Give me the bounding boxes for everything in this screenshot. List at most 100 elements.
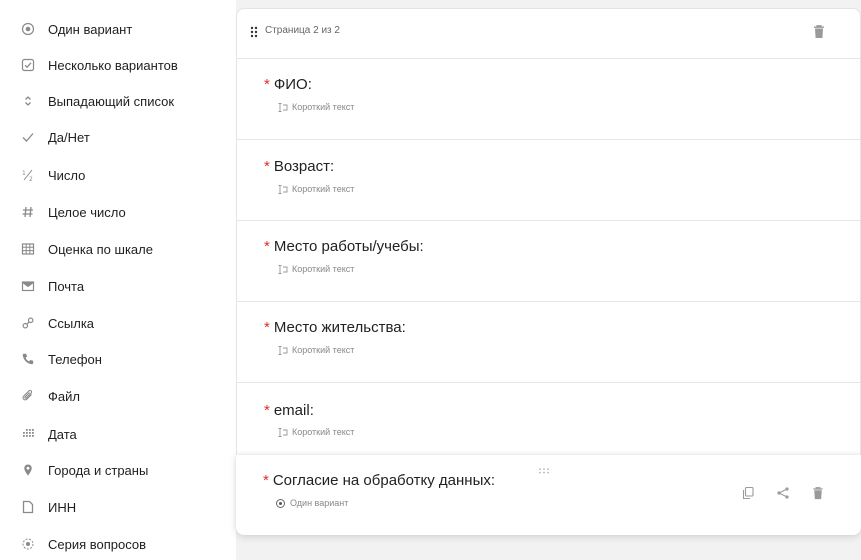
paperclip-icon <box>20 388 36 404</box>
question-title: * Место работы/учебы: <box>264 238 424 255</box>
sidebar-item-label: Ссылка <box>48 315 95 331</box>
required-mark: * <box>264 76 270 93</box>
radio-icon <box>276 498 285 508</box>
question-title-text: email: <box>273 402 314 419</box>
fraction-icon: 12 <box>20 167 36 183</box>
sidebar-item-inn[interactable]: ИНН <box>0 489 236 525</box>
sidebar-item-link[interactable]: Ссылка <box>0 305 236 341</box>
sidebar-item-label: Файл <box>48 388 80 404</box>
svg-text:2: 2 <box>29 176 33 182</box>
delete-question-icon[interactable] <box>811 486 825 500</box>
page-label: Страница 2 из 2 <box>265 25 340 36</box>
question-type: Короткий текст <box>277 184 354 194</box>
sidebar-item-email[interactable]: Почта <box>0 268 236 304</box>
sidebar-item-scale[interactable]: Оценка по шкале <box>0 231 236 267</box>
question-type-label: Один вариант <box>290 498 349 508</box>
sidebar-item-label: Города и страны <box>48 462 149 478</box>
document-icon <box>20 499 36 515</box>
question-type-label: Короткий текст <box>292 427 355 437</box>
page-header: Страница 2 из 2 <box>237 9 860 51</box>
field-type-sidebar: Один вариант Несколько вариантов Выпадаю… <box>0 0 236 560</box>
sidebar-item-integer[interactable]: Целое число <box>0 194 236 230</box>
question-type: Короткий текст <box>277 264 354 274</box>
sidebar-item-number[interactable]: 12 Число <box>0 157 236 193</box>
sidebar-item-label: Число <box>48 167 86 183</box>
form-editor: Страница 2 из 2 * ФИО: Короткий текст * Во… <box>236 0 861 560</box>
series-icon <box>20 536 36 552</box>
question-card[interactable]: * email: Короткий текст <box>237 382 861 463</box>
required-mark: * <box>264 319 270 336</box>
sidebar-item-phone[interactable]: Телефон <box>0 341 236 377</box>
link-icon <box>20 315 36 331</box>
updown-icon <box>20 93 36 109</box>
text-cursor-icon <box>277 427 288 437</box>
sidebar-item-cities[interactable]: Города и страны <box>0 452 236 488</box>
text-cursor-icon <box>277 345 288 355</box>
grid-icon <box>20 241 36 257</box>
question-type: Один вариант <box>276 498 348 508</box>
copy-icon[interactable] <box>741 486 755 500</box>
sidebar-item-label: Серия вопросов <box>48 536 147 552</box>
question-card[interactable]: * Место работы/учебы: Короткий текст <box>237 220 861 301</box>
sidebar-item-label: Дата <box>48 426 77 442</box>
question-type-label: Короткий текст <box>292 102 355 112</box>
svg-text:1: 1 <box>22 170 26 177</box>
sidebar-item-date[interactable]: Дата <box>0 416 236 452</box>
required-mark: * <box>264 158 270 175</box>
sidebar-item-label: Оценка по шкале <box>48 241 153 257</box>
drag-handle-icon[interactable] <box>538 461 550 474</box>
sidebar-item-file[interactable]: Файл <box>0 378 236 414</box>
sidebar-item-label: Да/Нет <box>48 129 90 145</box>
question-type: Короткий текст <box>277 345 354 355</box>
sidebar-item-multiple-choice[interactable]: Несколько вариантов <box>0 47 236 83</box>
sidebar-item-label: Выпадающий список <box>48 93 175 109</box>
phone-icon <box>20 351 36 367</box>
question-card[interactable]: * ФИО: Короткий текст <box>237 58 861 139</box>
required-mark: * <box>264 402 270 419</box>
question-type-label: Короткий текст <box>292 345 355 355</box>
required-mark: * <box>264 238 270 255</box>
drag-handle-icon[interactable] <box>249 25 259 38</box>
sidebar-item-yes-no[interactable]: Да/Нет <box>0 119 236 155</box>
text-cursor-icon <box>277 184 288 194</box>
text-cursor-icon <box>277 102 288 112</box>
checkbox-icon <box>20 57 36 73</box>
question-title-text: Место жительства: <box>273 319 406 336</box>
sidebar-item-question-series[interactable]: Серия вопросов <box>0 526 236 560</box>
sidebar-item-label: Целое число <box>48 204 126 220</box>
question-type: Короткий текст <box>277 427 354 437</box>
sidebar-item-label: Несколько вариантов <box>48 57 178 73</box>
question-title-text: ФИО: <box>273 76 312 93</box>
page-card: Страница 2 из 2 * ФИО: Короткий текст * Во… <box>236 8 861 458</box>
radio-icon <box>20 21 36 37</box>
calendar-icon <box>20 426 36 442</box>
question-title: * ФИО: <box>264 76 312 93</box>
active-question-card[interactable]: * Согласие на обработку данных: Один вари… <box>236 455 861 535</box>
question-type-label: Короткий текст <box>292 264 355 274</box>
question-title-text: Возраст: <box>273 158 335 175</box>
mail-icon <box>20 278 36 294</box>
delete-page-icon[interactable] <box>812 24 826 39</box>
sidebar-item-label: Один вариант <box>48 21 133 37</box>
question-title: * Возраст: <box>264 158 334 175</box>
sidebar-item-dropdown[interactable]: Выпадающий список <box>0 83 236 119</box>
question-type: Короткий текст <box>277 102 354 112</box>
question-title: * email: <box>264 402 314 419</box>
branch-logic-icon[interactable] <box>776 486 790 500</box>
sidebar-item-label: ИНН <box>48 499 77 515</box>
hash-icon <box>20 204 36 220</box>
location-pin-icon <box>20 462 36 478</box>
check-icon <box>20 129 36 145</box>
sidebar-item-label: Телефон <box>48 351 102 367</box>
question-title: * Место жительства: <box>264 319 406 336</box>
question-card[interactable]: * Возраст: Короткий текст <box>237 139 861 220</box>
sidebar-item-label: Почта <box>48 278 85 294</box>
question-title: * Согласие на обработку данных: <box>263 472 495 489</box>
question-title-text: Место работы/учебы: <box>273 238 424 255</box>
question-card[interactable]: * Место жительства: Короткий текст <box>237 301 861 382</box>
text-cursor-icon <box>277 264 288 274</box>
question-type-label: Короткий текст <box>292 184 355 194</box>
question-title-text: Согласие на обработку данных: <box>272 472 496 489</box>
required-mark: * <box>263 472 269 489</box>
sidebar-item-single-choice[interactable]: Один вариант <box>0 11 236 47</box>
